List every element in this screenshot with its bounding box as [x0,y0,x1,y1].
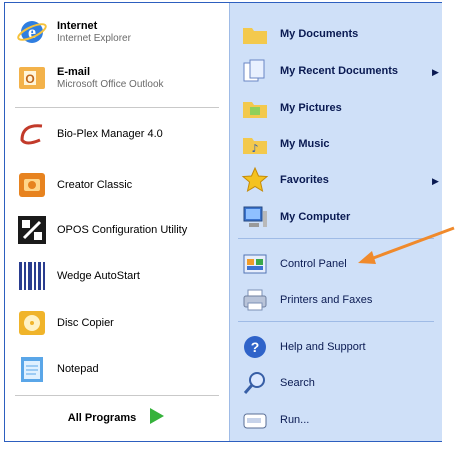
submenu-arrow-icon: ▶ [432,67,439,77]
recent-item-disc-copier[interactable]: Disc Copier [15,306,114,340]
outlook-icon: O [15,61,49,95]
bioplex-icon [15,117,49,151]
places-item-my-pictures[interactable]: My Pictures [238,91,342,125]
recent-item-label: Creator Classic [57,178,133,191]
recent-item-notepad[interactable]: Notepad [15,352,99,386]
search-icon [238,366,272,400]
places-item-label: My Music [280,138,330,150]
disc-copier-icon [15,306,49,340]
submenu-arrow-icon: ▶ [432,176,439,186]
places-item-label: Printers and Faxes [280,294,373,306]
places-item-control-panel[interactable]: Control Panel [238,247,347,281]
recent-docs-icon [238,54,272,88]
pinned-item-subtitle: Internet Explorer [57,32,131,44]
printer-icon [238,283,272,317]
start-menu-left-panel: e Internet Internet Explorer O E-mail Mi… [5,3,229,441]
places-item-label: Control Panel [280,258,347,270]
places-item-label: My Recent Documents [280,65,398,77]
creator-classic-icon [15,168,49,202]
run-icon [238,403,272,437]
barcode-icon [15,259,49,293]
computer-icon [238,200,272,234]
recent-item-opos[interactable]: OPOS Configuration Utility [15,213,187,247]
folder-icon [238,17,272,51]
internet-explorer-icon: e [15,15,49,49]
recent-item-label: Wedge AutoStart [57,269,140,282]
start-menu: e Internet Internet Explorer O E-mail Mi… [4,2,442,442]
control-panel-icon [238,247,272,281]
pinned-item-title: E-mail [57,65,91,78]
places-item-recent-documents[interactable]: My Recent Documents [238,54,398,88]
places-separator [238,321,434,322]
recent-item-label: Disc Copier [57,316,114,329]
places-item-label: My Computer [280,211,351,223]
places-item-label: Help and Support [280,341,366,353]
music-folder-icon: ♪ [238,127,272,161]
pinned-item-subtitle: Microsoft Office Outlook [57,78,164,90]
recent-item-label: OPOS Configuration Utility [57,223,188,236]
all-programs-label: All Programs [67,412,137,424]
places-item-printers-faxes[interactable]: Printers and Faxes [238,283,372,317]
places-item-favorites[interactable]: Favorites [238,163,329,197]
places-item-label: Run... [280,414,310,426]
recent-item-label: Notepad [57,362,99,375]
places-item-my-music[interactable]: ♪ My Music [238,127,330,161]
all-programs-button[interactable]: All Programs [5,396,229,441]
recent-item-wedge-autostart[interactable]: Wedge AutoStart [15,259,140,293]
svg-text:?: ? [251,339,260,355]
opos-config-icon [15,213,49,247]
recent-item-bioplex[interactable]: Bio-Plex Manager 4.0 [15,117,163,151]
notepad-icon [15,352,49,386]
pinned-item-email[interactable]: O E-mail Microsoft Office Outlook [15,61,164,95]
pictures-folder-icon [238,91,272,125]
places-item-search[interactable]: Search [238,366,315,400]
start-menu-right-panel: My Documents My Recent Documents ▶ My Pi… [229,3,442,441]
green-arrow-icon [146,406,166,431]
places-item-label: My Pictures [280,102,342,114]
places-item-my-computer[interactable]: My Computer [238,200,350,234]
pinned-item-title: Internet [57,19,98,32]
places-item-label: Search [280,377,315,389]
orange-pointer-arrow-icon [358,226,455,264]
places-item-label: Favorites [280,174,329,186]
places-item-help-support[interactable]: ? Help and Support [238,330,366,364]
pinned-item-internet[interactable]: e Internet Internet Explorer [15,15,131,49]
places-item-my-documents[interactable]: My Documents [238,17,358,51]
places-item-run[interactable]: Run... [238,403,309,437]
places-item-label: My Documents [280,28,359,40]
recent-item-creator-classic[interactable]: Creator Classic [15,168,132,202]
svg-text:♪: ♪ [251,142,258,155]
recent-item-label: Bio-Plex Manager 4.0 [57,127,163,140]
help-icon: ? [238,330,272,364]
star-icon [238,163,272,197]
pinned-separator [15,107,219,108]
svg-text:O: O [25,72,34,86]
